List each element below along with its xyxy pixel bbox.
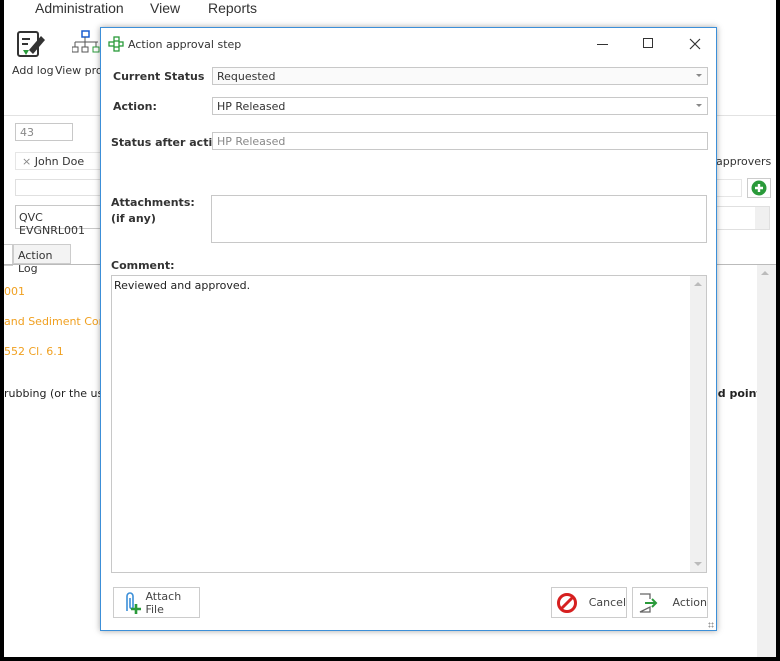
paperclip-add-icon <box>126 591 141 614</box>
menu-administration[interactable]: Administration <box>35 0 124 16</box>
content-hold-point: ld point <box>714 387 762 400</box>
hierarchy-icon <box>72 30 100 53</box>
current-status-value: Requested <box>217 70 276 83</box>
content-line-code[interactable]: 001 <box>4 285 25 298</box>
menu-view[interactable]: View <box>150 0 180 16</box>
add-log-icon <box>17 31 45 57</box>
comment-label: Comment: <box>111 259 175 272</box>
id-field[interactable]: 43 <box>15 123 73 141</box>
current-status-select[interactable]: Requested <box>212 67 708 85</box>
maximize-button[interactable] <box>636 34 660 54</box>
close-icon <box>689 38 701 50</box>
close-button[interactable] <box>683 34 707 54</box>
current-status-label: Current Status <box>113 70 205 83</box>
attachments-sublabel: (if any) <box>111 212 156 225</box>
action-button-label: Action <box>672 596 707 609</box>
content-line-spec[interactable]: 552 Cl. 6.1 <box>4 345 64 358</box>
add-log-button[interactable]: Add log <box>12 28 56 78</box>
plus-circle-icon <box>751 180 767 196</box>
action-label: Action: <box>113 100 157 113</box>
resize-grip[interactable] <box>708 622 714 628</box>
add-log-label: Add log <box>12 64 54 77</box>
scroll-down-icon[interactable] <box>694 562 702 566</box>
chevron-down-icon <box>696 104 702 107</box>
status-after-field: HP Released <box>212 132 708 150</box>
remove-tag-icon[interactable]: × <box>22 155 31 168</box>
attachments-list[interactable] <box>211 195 707 243</box>
assignee-tag: John Doe <box>34 155 85 168</box>
attach-file-label: Attach File <box>145 589 182 616</box>
comment-text: Reviewed and approved. <box>114 279 251 292</box>
scroll-up-icon[interactable] <box>694 282 702 286</box>
workflow-icon <box>108 36 124 52</box>
attachments-label: Attachments: <box>111 196 195 209</box>
comment-textarea[interactable]: Reviewed and approved. <box>111 275 707 573</box>
menu-reports[interactable]: Reports <box>208 0 257 16</box>
cancel-label: Cancel <box>588 596 626 609</box>
minimize-button[interactable] <box>591 34 615 54</box>
action-approval-dialog: Action approval step Current Status Requ… <box>100 27 717 631</box>
content-scrollbar[interactable] <box>757 265 776 657</box>
cancel-button[interactable]: Cancel <box>551 587 627 618</box>
minimize-icon <box>597 44 608 45</box>
attach-file-button[interactable]: Attach File <box>113 587 200 618</box>
tab-action-log[interactable]: Action Log <box>13 244 71 275</box>
view-progress-button[interactable]: View prog <box>54 28 110 78</box>
dialog-title: Action approval step <box>128 38 242 51</box>
comment-scrollbar[interactable] <box>690 276 706 572</box>
approvers-scrollbar[interactable] <box>755 207 769 229</box>
action-select[interactable]: HP Released <box>212 97 708 115</box>
chevron-down-icon <box>696 74 702 77</box>
action-button[interactable]: Action <box>632 587 708 618</box>
scroll-up-icon[interactable] <box>761 271 769 275</box>
approvers-label: approvers <box>716 155 772 168</box>
cancel-icon <box>557 592 577 613</box>
exit-arrow-icon <box>639 592 658 613</box>
maximize-icon <box>643 38 653 48</box>
action-value: HP Released <box>217 100 286 113</box>
tab-details[interactable] <box>4 244 13 266</box>
add-approver-button[interactable] <box>747 178 771 198</box>
